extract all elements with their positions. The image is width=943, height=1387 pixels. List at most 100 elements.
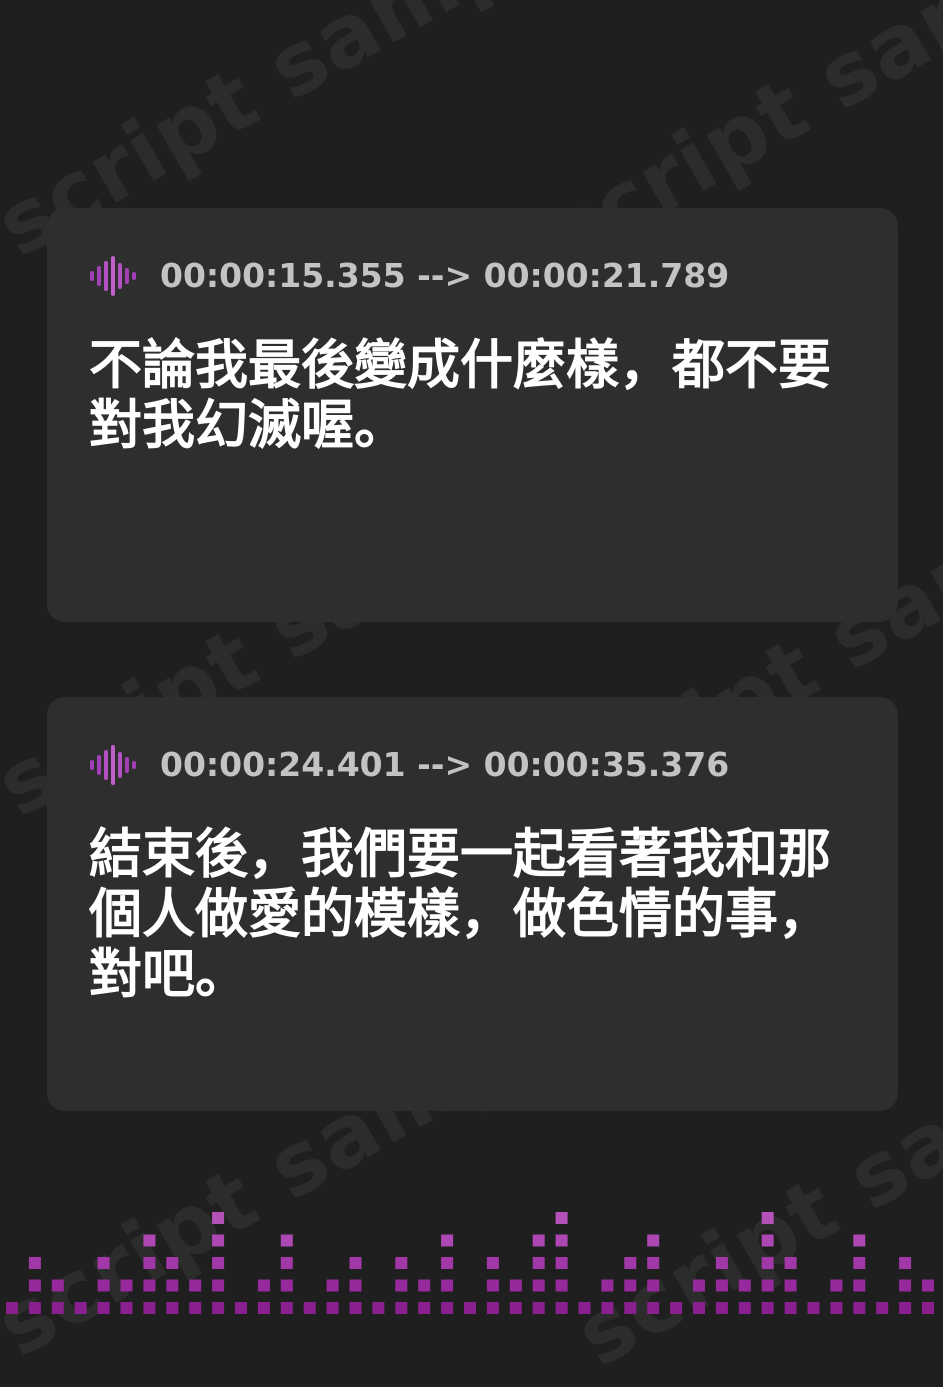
- equalizer-block: [876, 1302, 889, 1314]
- subtitle-text: 結束後，我們要一起看著我和那個人做愛的模樣，做色情的事，對吧。: [89, 824, 831, 1005]
- equalizer-block: [899, 1302, 912, 1314]
- equalizer-block: [555, 1279, 568, 1292]
- equalizer-block: [441, 1279, 454, 1292]
- equalizer-block: [28, 1257, 41, 1269]
- equalizer-block: [143, 1257, 156, 1269]
- equalizer-block: [120, 1302, 133, 1314]
- equalizer-block: [372, 1302, 385, 1314]
- equalizer-block: [693, 1302, 705, 1314]
- equalizer-block: [555, 1234, 568, 1247]
- equalizer-block: [395, 1257, 408, 1269]
- equalizer-block: [853, 1302, 866, 1314]
- equalizer-block: [441, 1234, 454, 1247]
- audio-wave-icon: [90, 256, 136, 296]
- equalizer-block: [509, 1302, 522, 1314]
- equalizer-block: [486, 1257, 499, 1269]
- equalizer-block: [257, 1279, 270, 1292]
- equalizer-block: [349, 1279, 362, 1292]
- equalizer-block: [899, 1279, 912, 1292]
- equalizer-block: [51, 1302, 64, 1314]
- equalizer-block: [807, 1302, 820, 1314]
- subtitle-card: 00:00:15.355 --> 00:00:21.789 不論我最後變成什麼樣…: [47, 208, 898, 622]
- equalizer-block: [28, 1302, 41, 1314]
- equalizer-block: [235, 1302, 247, 1314]
- equalizer-block: [624, 1279, 637, 1292]
- equalizer-block: [715, 1302, 728, 1314]
- equalizer-block: [326, 1279, 339, 1292]
- equalizer-block: [280, 1302, 293, 1314]
- equalizer-block: [97, 1279, 110, 1292]
- equalizer-block: [715, 1279, 728, 1292]
- equalizer-block: [395, 1279, 408, 1292]
- equalizer-block: [761, 1302, 774, 1314]
- equalizer-block: [555, 1302, 568, 1314]
- audio-wave-icon: [90, 745, 136, 785]
- equalizer-block: [74, 1302, 87, 1314]
- equalizer-block: [532, 1257, 545, 1269]
- timestamp: 00:00:15.355 --> 00:00:21.789: [160, 256, 730, 295]
- equalizer-block: [738, 1302, 751, 1314]
- equalizer-block: [326, 1302, 339, 1314]
- equalizer-block: [120, 1279, 133, 1292]
- equalizer-block: [601, 1279, 614, 1292]
- equalizer-block: [28, 1279, 41, 1292]
- equalizer-block: [280, 1279, 293, 1292]
- equalizer-block: [670, 1302, 683, 1314]
- equalizer-block: [303, 1302, 316, 1314]
- equalizer-block: [257, 1302, 270, 1314]
- equalizer-block: [784, 1302, 797, 1314]
- equalizer-block: [555, 1212, 568, 1224]
- equalizer-block: [486, 1279, 499, 1292]
- equalizer-block: [97, 1302, 110, 1314]
- equalizer-block: [578, 1302, 591, 1314]
- equalizer-block: [624, 1302, 637, 1314]
- equalizer-block: [509, 1279, 522, 1292]
- equalizer-block: [899, 1257, 912, 1269]
- equalizer-block: [715, 1257, 728, 1269]
- equalizer-block: [532, 1302, 545, 1314]
- equalizer-block: [532, 1234, 545, 1247]
- equalizer-block: [647, 1234, 660, 1247]
- equalizer-block: [189, 1302, 202, 1314]
- equalizer-block: [143, 1302, 156, 1314]
- equalizer-block: [761, 1212, 774, 1224]
- equalizer-block: [784, 1257, 797, 1269]
- equalizer-block: [761, 1257, 774, 1269]
- equalizer-block: [853, 1234, 866, 1247]
- equalizer-block: [853, 1257, 866, 1269]
- equalizer-block: [212, 1212, 225, 1224]
- equalizer-block: [212, 1257, 225, 1269]
- equalizer-block: [280, 1234, 293, 1247]
- equalizer-block: [922, 1302, 934, 1314]
- equalizer-block: [784, 1279, 797, 1292]
- equalizer-block: [853, 1279, 866, 1292]
- equalizer-block: [395, 1302, 408, 1314]
- equalizer-block: [647, 1257, 660, 1269]
- equalizer-block: [624, 1257, 637, 1269]
- equalizer-block: [418, 1302, 431, 1314]
- equalizer-block: [441, 1302, 454, 1314]
- equalizer-block: [166, 1279, 179, 1292]
- equalizer-block: [6, 1302, 18, 1314]
- subtitle-text: 不論我最後變成什麼樣，都不要對我幻滅喔。: [89, 335, 831, 456]
- equalizer-block: [647, 1279, 660, 1292]
- equalizer-block: [349, 1302, 362, 1314]
- equalizer-block: [693, 1279, 705, 1292]
- equalizer-block: [166, 1257, 179, 1269]
- equalizer-block: [532, 1279, 545, 1292]
- equalizer-block: [922, 1279, 934, 1292]
- timestamp: 00:00:24.401 --> 00:00:35.376: [160, 745, 730, 784]
- equalizer-block: [647, 1302, 660, 1314]
- equalizer-block: [761, 1234, 774, 1247]
- equalizer-block: [212, 1302, 225, 1314]
- equalizer-block: [143, 1234, 156, 1247]
- equalizer-block: [97, 1257, 110, 1269]
- equalizer-block: [830, 1279, 843, 1292]
- equalizer-block: [738, 1279, 751, 1292]
- timestamp-row: 00:00:15.355 --> 00:00:21.789: [89, 256, 729, 296]
- equalizer-block: [464, 1302, 476, 1314]
- equalizer-block: [189, 1279, 202, 1292]
- equalizer-block: [166, 1302, 179, 1314]
- subtitle-card: 00:00:24.401 --> 00:00:35.376 結束後，我們要一起看…: [47, 697, 898, 1111]
- equalizer-block: [486, 1302, 499, 1314]
